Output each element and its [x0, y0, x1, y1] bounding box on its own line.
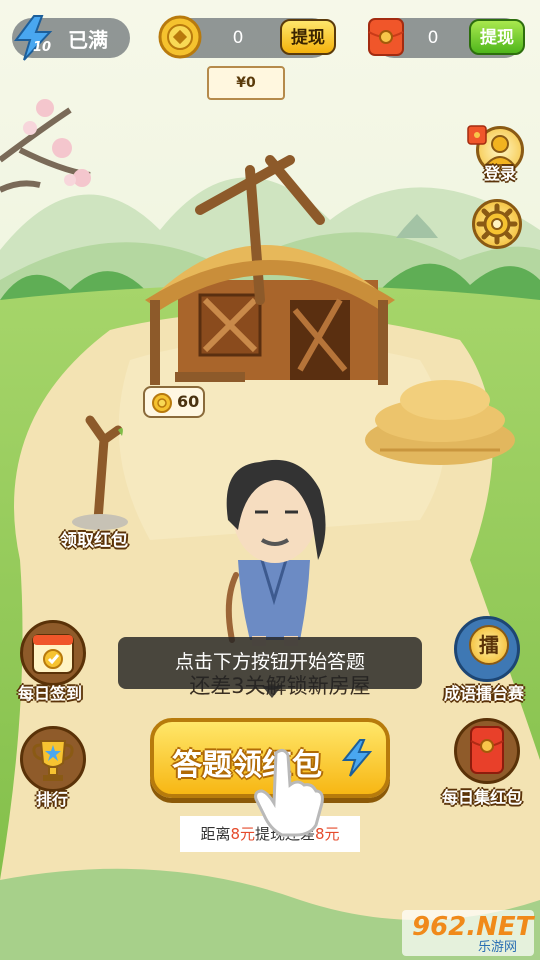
lightning-icon	[341, 739, 373, 777]
energy-level: 10	[33, 40, 52, 55]
tutorial-tip: 点击下方按钮开始答题	[118, 637, 422, 689]
tutorial-hand-icon	[254, 748, 324, 837]
ranking-label[interactable]: 排行	[36, 786, 68, 810]
money-balance-tag: ¥0	[207, 66, 285, 100]
house-reward-bubble[interactable]: 60	[143, 386, 205, 418]
daily-redpacket-button[interactable]	[454, 718, 520, 784]
trophy-icon	[32, 740, 74, 781]
house-reward-value: 60	[177, 392, 200, 411]
idiom-arena-button[interactable]: 擂	[454, 616, 520, 682]
arena-badge: 擂	[469, 625, 509, 665]
coin-icon	[152, 393, 172, 413]
redpacket-icon	[470, 726, 504, 774]
watermark-sub: 乐游网	[478, 940, 518, 955]
coin-withdraw-button[interactable]: 提现	[280, 19, 336, 55]
calendar-icon	[32, 634, 74, 674]
coin-value: 0	[232, 28, 244, 48]
ranking-button[interactable]	[20, 726, 86, 792]
daily-redpacket-label[interactable]: 每日集红包	[442, 784, 522, 808]
gear-icon	[476, 203, 518, 245]
tree-redpacket-label[interactable]: 领取红包	[60, 526, 128, 551]
coin-icon	[158, 15, 202, 59]
energy-status: 已满	[68, 28, 108, 52]
idiom-arena-label[interactable]: 成语擂台赛	[444, 680, 524, 704]
login-redpacket-icon	[467, 125, 487, 145]
redpacket-icon	[368, 18, 404, 56]
distance-prefix: 距离	[200, 825, 231, 843]
settings-button[interactable]	[472, 199, 522, 249]
redpacket-value: 0	[427, 28, 439, 48]
tip-pointer	[262, 686, 282, 698]
daily-checkin-button[interactable]	[20, 620, 86, 686]
redpacket-withdraw-button[interactable]: 提现	[469, 19, 525, 55]
login-label[interactable]: 登录	[484, 160, 516, 184]
daily-checkin-label[interactable]: 每日签到	[18, 680, 82, 704]
